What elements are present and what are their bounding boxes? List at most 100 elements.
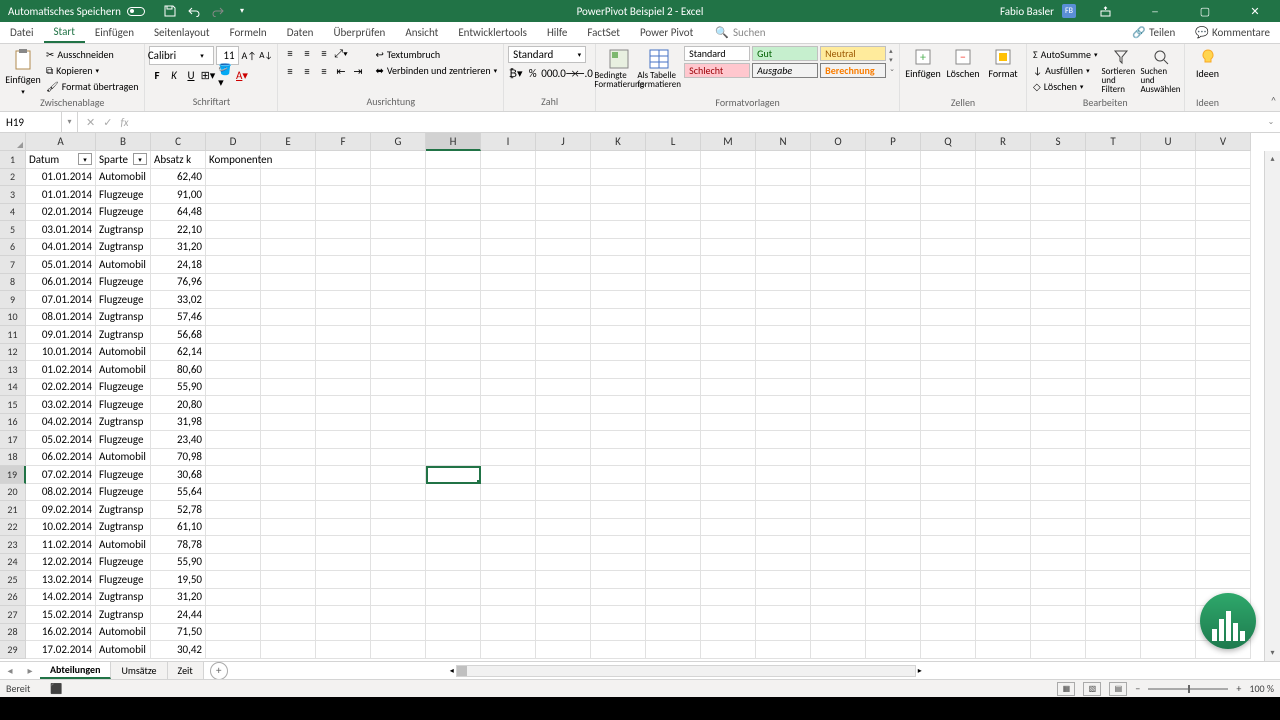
cell[interactable] bbox=[1196, 484, 1251, 502]
cell[interactable] bbox=[426, 204, 481, 222]
cell[interactable] bbox=[371, 431, 426, 449]
expand-formula-bar-icon[interactable]: ⌄ bbox=[1262, 112, 1280, 132]
cell[interactable] bbox=[701, 396, 756, 414]
cell[interactable] bbox=[1141, 326, 1196, 344]
column-header-R[interactable]: R bbox=[976, 133, 1031, 151]
cell[interactable] bbox=[866, 414, 921, 432]
cell[interactable] bbox=[646, 204, 701, 222]
cell[interactable]: 08.02.2014 bbox=[26, 484, 96, 502]
cell[interactable]: Flugzeuge bbox=[96, 379, 151, 397]
cell[interactable] bbox=[976, 256, 1031, 274]
cell-style-gut[interactable]: Gut bbox=[752, 46, 818, 61]
cell[interactable] bbox=[371, 344, 426, 362]
cell-style-berechnung[interactable]: Berechnung bbox=[820, 63, 886, 78]
cell[interactable]: 13.02.2014 bbox=[26, 571, 96, 589]
cell[interactable] bbox=[646, 414, 701, 432]
cell[interactable] bbox=[701, 326, 756, 344]
cell[interactable] bbox=[591, 554, 646, 572]
cell[interactable] bbox=[646, 554, 701, 572]
cell[interactable] bbox=[646, 466, 701, 484]
cell[interactable] bbox=[1086, 554, 1141, 572]
cell[interactable] bbox=[921, 291, 976, 309]
column-header-M[interactable]: M bbox=[701, 133, 756, 151]
row-header[interactable]: 21 bbox=[0, 501, 26, 519]
ribbon-tab-factset[interactable]: FactSet bbox=[577, 22, 630, 43]
cell[interactable] bbox=[976, 221, 1031, 239]
cell[interactable] bbox=[591, 169, 646, 187]
cell[interactable] bbox=[1031, 571, 1086, 589]
cell[interactable] bbox=[756, 624, 811, 642]
cell[interactable] bbox=[316, 151, 371, 169]
cell[interactable] bbox=[756, 326, 811, 344]
orientation-icon[interactable]: ⤢▾ bbox=[333, 46, 348, 61]
select-all-corner[interactable] bbox=[0, 133, 26, 151]
cell[interactable] bbox=[426, 571, 481, 589]
cell[interactable]: Sparte▾ bbox=[96, 151, 151, 169]
cell[interactable]: 02.01.2014 bbox=[26, 204, 96, 222]
cell[interactable] bbox=[976, 361, 1031, 379]
cell[interactable]: 01.01.2014 bbox=[26, 186, 96, 204]
cell[interactable] bbox=[426, 554, 481, 572]
cell[interactable] bbox=[1031, 169, 1086, 187]
cell[interactable] bbox=[701, 536, 756, 554]
cell[interactable] bbox=[1031, 589, 1086, 607]
fill-color-button[interactable]: 🪣▾ bbox=[217, 68, 232, 83]
cell[interactable] bbox=[536, 589, 591, 607]
cell[interactable] bbox=[261, 624, 316, 642]
cell[interactable] bbox=[1031, 239, 1086, 257]
cell[interactable] bbox=[371, 186, 426, 204]
cell[interactable] bbox=[866, 396, 921, 414]
cell[interactable]: 09.01.2014 bbox=[26, 326, 96, 344]
cell[interactable] bbox=[1086, 361, 1141, 379]
cell[interactable] bbox=[1086, 186, 1141, 204]
align-top-icon[interactable]: ≡ bbox=[282, 46, 297, 61]
cell[interactable] bbox=[811, 309, 866, 327]
cell[interactable] bbox=[206, 414, 261, 432]
cell[interactable] bbox=[1196, 204, 1251, 222]
cell[interactable] bbox=[756, 501, 811, 519]
row-header[interactable]: 8 bbox=[0, 274, 26, 292]
cell[interactable] bbox=[371, 624, 426, 642]
cell[interactable] bbox=[426, 274, 481, 292]
cell[interactable] bbox=[426, 361, 481, 379]
cell[interactable]: Automobil bbox=[96, 256, 151, 274]
cell-style-neutral[interactable]: Neutral bbox=[820, 46, 886, 61]
cell[interactable] bbox=[756, 379, 811, 397]
cell[interactable] bbox=[866, 641, 921, 659]
cell[interactable]: 62,40 bbox=[151, 169, 206, 187]
cell[interactable] bbox=[316, 589, 371, 607]
cell[interactable] bbox=[811, 449, 866, 467]
cell[interactable] bbox=[756, 204, 811, 222]
cell[interactable] bbox=[1141, 309, 1196, 327]
cell[interactable] bbox=[921, 501, 976, 519]
user-avatar[interactable]: FB bbox=[1062, 4, 1076, 18]
row-header[interactable]: 16 bbox=[0, 414, 26, 432]
cell[interactable] bbox=[371, 641, 426, 659]
cell[interactable] bbox=[591, 519, 646, 537]
cell[interactable] bbox=[921, 571, 976, 589]
cell[interactable] bbox=[261, 239, 316, 257]
cell[interactable] bbox=[591, 589, 646, 607]
cell[interactable] bbox=[1196, 151, 1251, 169]
cell[interactable] bbox=[811, 151, 866, 169]
column-header-I[interactable]: I bbox=[481, 133, 536, 151]
cell[interactable] bbox=[866, 501, 921, 519]
cell[interactable] bbox=[481, 309, 536, 327]
normal-view-icon[interactable]: ▦ bbox=[1057, 682, 1075, 696]
cell[interactable] bbox=[811, 274, 866, 292]
cell[interactable] bbox=[811, 519, 866, 537]
cell[interactable] bbox=[976, 186, 1031, 204]
cell[interactable] bbox=[756, 221, 811, 239]
cell[interactable]: Absatz k bbox=[151, 151, 206, 169]
cell[interactable] bbox=[921, 396, 976, 414]
cell[interactable] bbox=[316, 554, 371, 572]
cell[interactable] bbox=[316, 571, 371, 589]
cell[interactable] bbox=[591, 361, 646, 379]
row-header[interactable]: 5 bbox=[0, 221, 26, 239]
cell[interactable] bbox=[481, 624, 536, 642]
cell[interactable] bbox=[481, 361, 536, 379]
zoom-slider[interactable] bbox=[1148, 688, 1228, 690]
cell[interactable] bbox=[756, 169, 811, 187]
cell[interactable] bbox=[536, 606, 591, 624]
cell[interactable] bbox=[261, 431, 316, 449]
